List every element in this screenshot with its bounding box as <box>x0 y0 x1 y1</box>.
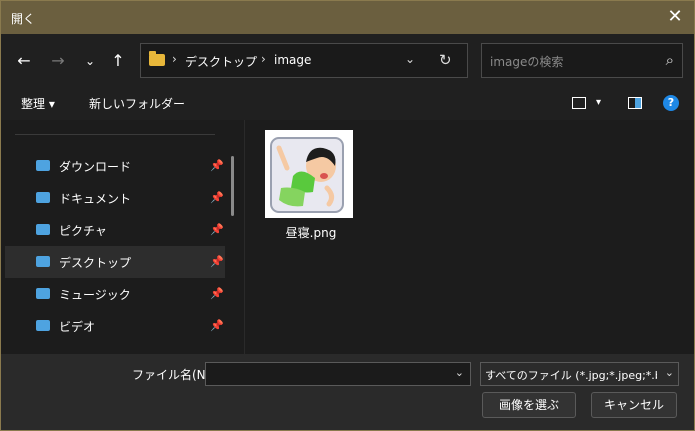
forward-arrow-icon[interactable]: → <box>47 50 69 72</box>
view-mode-chevron-icon[interactable]: ▾ <box>596 97 601 108</box>
view-mode-icon[interactable] <box>572 97 586 109</box>
sidebar-item-label: ビデオ <box>59 320 96 334</box>
sidebar-item-music[interactable]: ミュージック 📌 <box>5 278 225 310</box>
sidebar-item-label: ドキュメント <box>59 192 132 206</box>
refresh-icon[interactable]: ↻ <box>439 51 452 69</box>
file-type-chevron-icon[interactable]: ⌄ <box>665 366 674 379</box>
breadcrumb-desktop[interactable]: デスクトップ <box>185 53 257 70</box>
dialog-footer: ファイル名(N): ⌄ すべてのファイル (*.jpg;*.jpeg;*.bmp… <box>1 354 694 430</box>
sidebar-item-label: ダウンロード <box>59 160 132 174</box>
open-button[interactable]: 画像を選ぶ <box>482 392 576 418</box>
pictures-folder-icon <box>36 224 50 235</box>
pin-icon[interactable]: 📌 <box>210 191 224 204</box>
organize-menu-button[interactable]: 整理 ▾ <box>21 95 55 112</box>
cancel-button[interactable]: キャンセル <box>591 392 677 418</box>
file-type-select[interactable]: すべてのファイル (*.jpg;*.jpeg;*.bmp ⌄ <box>480 362 679 386</box>
file-type-value: すべてのファイル (*.jpg;*.jpeg;*.bmp <box>485 369 657 382</box>
navigation-pane: ダウンロード 📌 ドキュメント 📌 ピクチャ 📌 デスクトップ 📌 ミュージック… <box>1 120 244 354</box>
folder-icon <box>149 51 165 66</box>
music-folder-icon <box>36 288 50 299</box>
sleeping-person-illustration <box>270 137 344 213</box>
filename-label: ファイル名(N): <box>132 368 215 382</box>
sidebar-scrollbar[interactable] <box>231 156 234 216</box>
documents-folder-icon <box>36 192 50 203</box>
filename-history-chevron-icon[interactable]: ⌄ <box>455 366 464 379</box>
new-folder-button[interactable]: 新しいフォルダー <box>89 95 185 112</box>
sidebar-item-label: ミュージック <box>59 288 131 302</box>
window-title: 開く <box>11 12 36 26</box>
title-bar: 開く ✕ <box>1 1 694 34</box>
sidebar-item-label: ピクチャ <box>59 224 107 238</box>
sidebar-item-label: デスクトップ <box>59 256 132 270</box>
command-toolbar: 整理 ▾ 新しいフォルダー ▾ ? <box>1 87 694 120</box>
image-thumbnail <box>265 130 353 218</box>
sidebar-item-downloads[interactable]: ダウンロード 📌 <box>5 150 225 182</box>
search-icon[interactable]: ⌕ <box>666 51 674 69</box>
sidebar-item-documents[interactable]: ドキュメント 📌 <box>5 182 225 214</box>
preview-pane-icon[interactable] <box>628 97 642 109</box>
back-arrow-icon[interactable]: ← <box>13 50 35 72</box>
breadcrumb-image[interactable]: image <box>274 53 311 67</box>
file-item[interactable]: 昼寝.png <box>263 128 359 240</box>
desktop-folder-icon <box>36 256 50 267</box>
videos-folder-icon <box>36 320 50 331</box>
file-list-pane: 昼寝.png <box>245 120 694 354</box>
address-dropdown-chevron-icon[interactable]: ⌄ <box>405 52 415 66</box>
sidebar-item-pictures[interactable]: ピクチャ 📌 <box>5 214 225 246</box>
pin-icon[interactable]: 📌 <box>210 159 224 172</box>
download-folder-icon <box>36 160 50 171</box>
navigation-bar: ← → ⌄ ↑ › デスクトップ › image ⌄ ↻ imageの検索 ⌕ <box>1 34 694 87</box>
pin-icon[interactable]: 📌 <box>210 255 224 268</box>
breadcrumb-separator-icon[interactable]: › <box>172 52 177 66</box>
recent-locations-chevron-icon[interactable]: ⌄ <box>79 50 101 72</box>
sidebar-item-videos[interactable]: ビデオ 📌 <box>5 310 225 342</box>
search-placeholder: imageの検索 <box>490 55 564 69</box>
help-icon[interactable]: ? <box>663 95 679 111</box>
pin-icon[interactable]: 📌 <box>210 223 224 236</box>
filename-input[interactable]: ⌄ <box>205 362 471 386</box>
search-box[interactable]: imageの検索 ⌕ <box>481 43 683 78</box>
up-arrow-icon[interactable]: ↑ <box>107 50 129 72</box>
pin-icon[interactable]: 📌 <box>210 287 224 300</box>
file-name: 昼寝.png <box>285 226 337 240</box>
sidebar-item-desktop[interactable]: デスクトップ 📌 <box>5 246 225 278</box>
sidebar-divider <box>15 134 215 135</box>
pin-icon[interactable]: 📌 <box>210 319 224 332</box>
breadcrumb-separator-icon[interactable]: › <box>261 52 266 66</box>
open-file-dialog: 開く ✕ ← → ⌄ ↑ › デスクトップ › image ⌄ ↻ imageの… <box>0 0 695 431</box>
address-bar[interactable]: › デスクトップ › image ⌄ ↻ <box>140 43 468 78</box>
close-icon[interactable]: ✕ <box>664 6 686 28</box>
